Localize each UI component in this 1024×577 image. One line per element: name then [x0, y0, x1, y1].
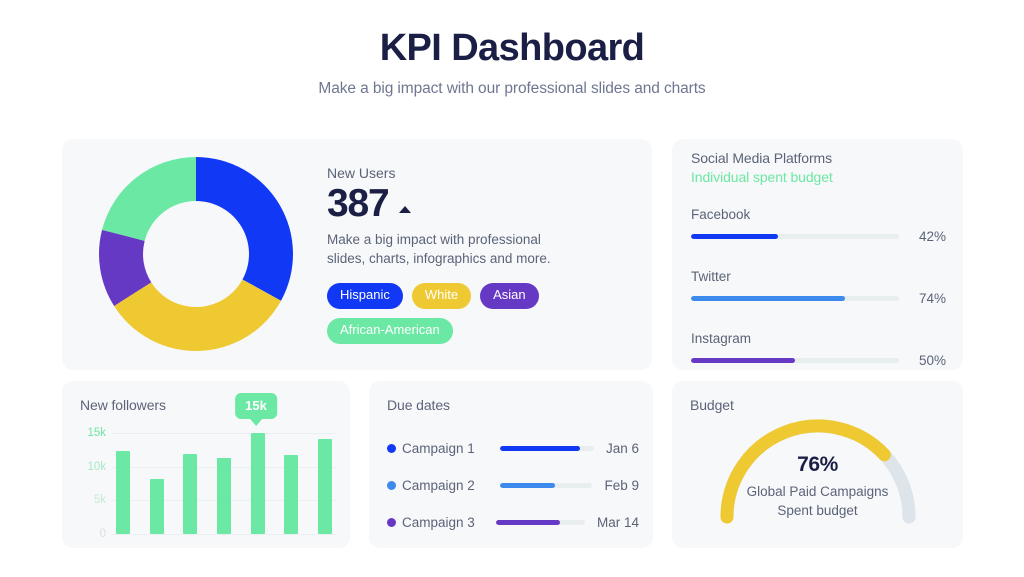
platform-row: Instagram 50% — [691, 331, 946, 368]
bar-chart-bar[interactable] — [216, 457, 231, 534]
donut-segment — [196, 157, 293, 301]
new-users-legend: Hispanic White Asian African-American — [327, 282, 562, 344]
bar-chart-bar[interactable] — [149, 479, 164, 534]
page-subtitle: Make a big impact with our professional … — [318, 79, 706, 97]
social-subtitle: Individual spent budget — [691, 169, 833, 185]
platform-percent: 50% — [918, 353, 946, 368]
campaign-name: Campaign 1 — [402, 441, 475, 456]
platform-progress-track[interactable] — [691, 358, 899, 363]
budget-gauge-inner: 76% Global Paid Campaigns Spent budget — [713, 413, 923, 525]
due-date-row[interactable]: Campaign 2 Feb 9 — [387, 478, 639, 493]
due-dates-card: Due dates Campaign 1 Jan 6 Campaign 2 Feb 9… — [369, 381, 653, 548]
platform-progress-fill — [691, 358, 795, 363]
platform-name: Instagram — [691, 331, 752, 346]
budget-gauge-text: 76% Global Paid Campaigns Spent budget — [713, 453, 923, 521]
bar-chart-y-tick: 0 — [99, 528, 106, 540]
platform-progress-fill — [691, 234, 779, 239]
budget-card: Budget 76% Global Paid Campaigns Spent b… — [672, 381, 963, 548]
social-media-card: Social Media Platforms Individual spent … — [672, 139, 963, 370]
platform-name: Twitter — [691, 269, 731, 284]
budget-gauge: 76% Global Paid Campaigns Spent budget — [672, 413, 963, 525]
budget-caption-line2: Spent budget — [777, 502, 858, 518]
page-title: KPI Dashboard — [379, 27, 645, 69]
campaign-progress-fill — [495, 520, 561, 525]
platform-row: Twitter 74% — [691, 269, 946, 306]
budget-percent: 76% — [797, 453, 838, 476]
bar-chart-y-tick: 5k — [93, 494, 106, 507]
donut-segment — [102, 157, 196, 241]
campaign-due-date: Mar 14 — [596, 515, 639, 530]
donut-svg — [99, 157, 293, 351]
dashboard-header: KPI Dashboard Make a big impact with our… — [0, 0, 1024, 98]
new-followers-title: New followers — [80, 397, 166, 413]
social-header: Social Media Platforms Individual spent … — [691, 150, 833, 185]
bar-chart-gridline — [112, 534, 336, 535]
bar-chart-bar[interactable] — [284, 454, 299, 534]
platform-percent: 74% — [918, 291, 946, 306]
due-dates-title: Due dates — [387, 397, 450, 413]
campaign-dot-icon — [387, 518, 396, 527]
bar-chart-y-axis: 0 5k 10k 15k — [80, 427, 110, 540]
campaign-progress-track[interactable] — [495, 520, 585, 525]
platform-progress-row: 74% — [691, 291, 946, 306]
new-users-value: 387 — [327, 182, 390, 225]
budget-title: Budget — [690, 397, 734, 413]
campaign-progress-fill — [500, 446, 580, 451]
new-followers-chart: 0 5k 10k 15k 15k — [80, 393, 336, 540]
bar-chart-bar[interactable] — [116, 450, 130, 534]
legend-pill[interactable]: Hispanic — [327, 282, 403, 309]
bar-chart-tooltip: 15k — [235, 393, 277, 419]
legend-pill[interactable]: Asian — [480, 282, 539, 309]
new-users-label: New Users — [327, 165, 396, 181]
budget-caption-line1: Global Paid Campaigns — [746, 484, 889, 499]
campaign-name: Campaign 2 — [402, 478, 475, 493]
campaign-due-date: Feb 9 — [604, 478, 639, 493]
platform-progress-track[interactable] — [691, 296, 899, 301]
campaign-dot-icon — [387, 444, 396, 453]
platform-percent: 42% — [918, 229, 946, 244]
new-followers-card: New followers 0 5k 10k 15k 15k — [62, 381, 350, 548]
new-users-donut-chart — [98, 156, 294, 357]
campaign-due-date: Jan 6 — [605, 441, 639, 456]
due-date-row[interactable]: Campaign 3 Mar 14 — [387, 515, 639, 530]
bar-chart-bars — [116, 433, 332, 534]
campaign-name: Campaign 3 — [402, 515, 475, 530]
campaign-progress-track[interactable] — [500, 446, 594, 451]
campaign-progress-track[interactable] — [499, 483, 593, 488]
due-date-row[interactable]: Campaign 1 Jan 6 — [387, 441, 639, 456]
bar-chart-y-tick: 10k — [87, 460, 106, 473]
social-title: Social Media Platforms — [691, 150, 832, 166]
platform-row: Facebook 42% — [691, 207, 946, 244]
legend-pill[interactable]: White — [411, 282, 472, 309]
platform-progress-row: 50% — [691, 353, 946, 368]
bar-chart-bar[interactable] — [183, 453, 198, 534]
campaign-dot-icon — [387, 481, 396, 490]
platform-progress-track[interactable] — [691, 234, 899, 239]
caret-up-icon — [399, 205, 412, 213]
due-dates-list: Campaign 1 Jan 6 Campaign 2 Feb 9 Campaign 3… — [387, 441, 639, 530]
platform-progress-fill — [691, 296, 845, 301]
platform-list: Facebook 42% Twitter 74% Instagram 50% — [691, 207, 946, 368]
bar-chart-plot: 15k — [112, 393, 336, 535]
donut-segment — [114, 279, 282, 351]
bar-chart-bar[interactable] — [250, 433, 265, 534]
legend-pill[interactable]: African-American — [327, 317, 453, 344]
new-users-info: New Users 387 Make a big impact with pro… — [327, 165, 627, 344]
new-users-card: New Users 387 Make a big impact with pro… — [62, 139, 652, 370]
platform-progress-row: 42% — [691, 229, 946, 244]
new-users-value-row: 387 — [327, 182, 627, 226]
bar-chart-y-tick: 15k — [87, 427, 106, 439]
platform-name: Facebook — [691, 207, 751, 222]
new-users-description: Make a big impact with professional slid… — [327, 231, 551, 267]
campaign-progress-fill — [499, 483, 556, 488]
bar-chart-bar[interactable] — [317, 439, 332, 534]
